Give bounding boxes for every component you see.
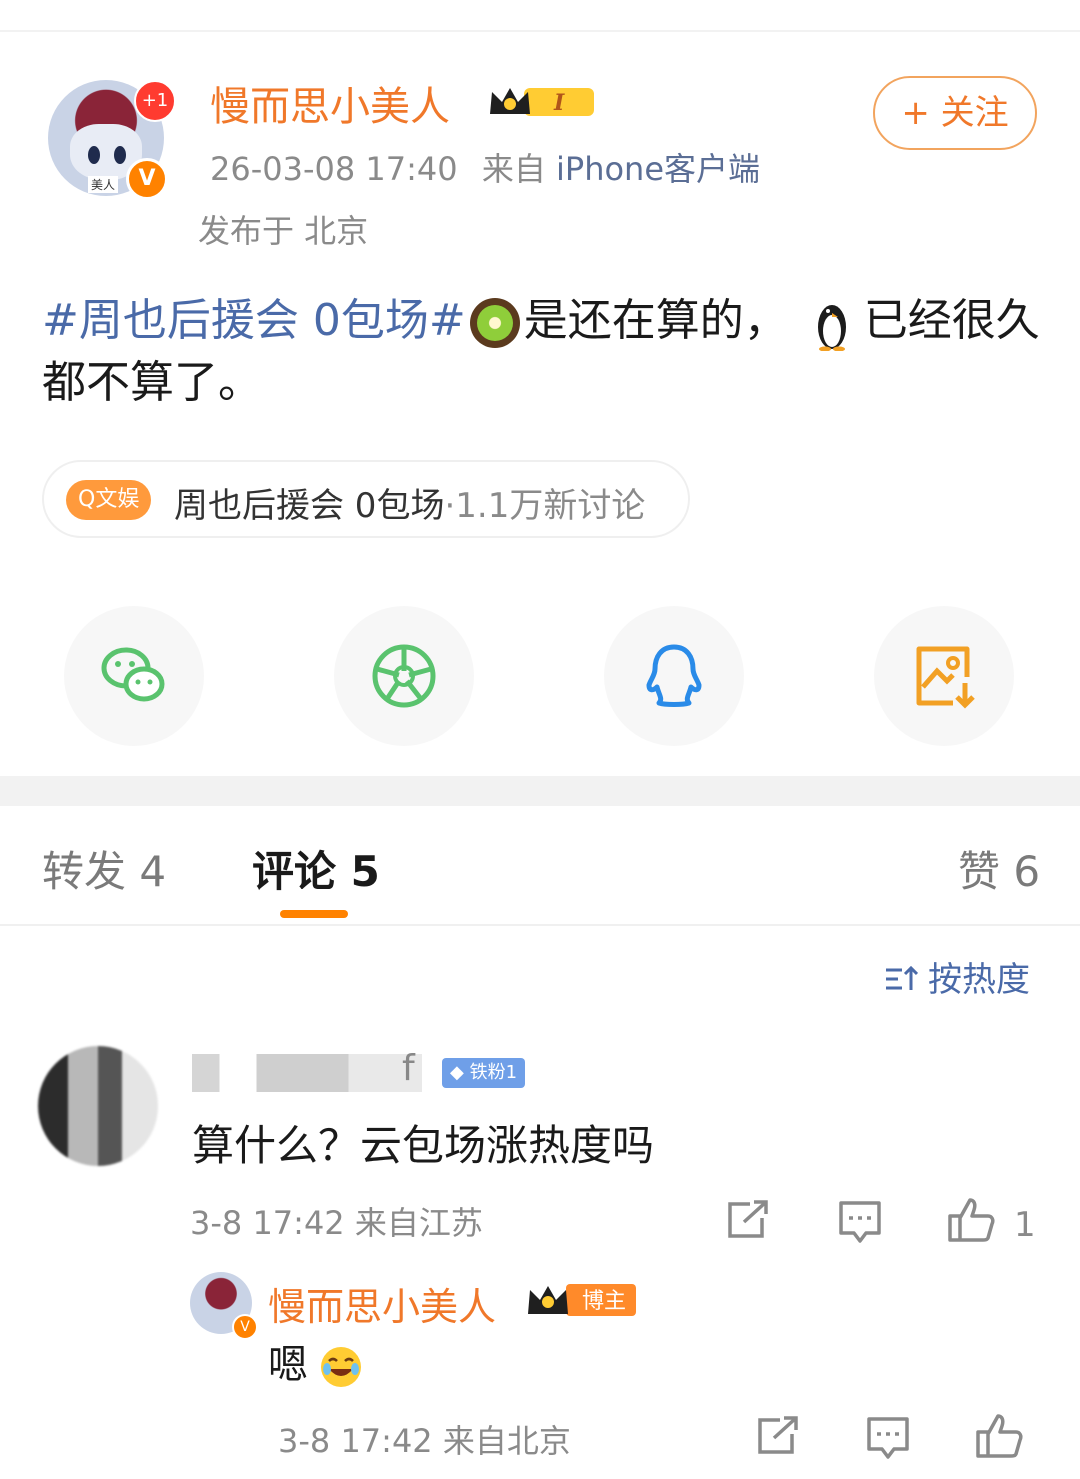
reply-reply-icon[interactable]: [866, 1416, 910, 1460]
post-location: 发布于 北京: [198, 212, 369, 250]
share-wechat-button[interactable]: [64, 606, 204, 746]
reply-text-content: 嗯: [268, 1342, 308, 1388]
comment-like-count: 1: [1014, 1205, 1036, 1245]
commenter-name-tail: f: [402, 1048, 415, 1089]
avatar-eye: [88, 146, 100, 164]
reply-author-name[interactable]: 慢而思小美人: [268, 1276, 496, 1331]
reply-text: 嗯: [268, 1332, 361, 1390]
penguin-emoji-icon: [817, 305, 846, 351]
sort-by-hot-button[interactable]: 按热度: [884, 952, 1030, 1001]
wechat-icon: [101, 647, 165, 702]
topic-link[interactable]: #周也后援会 0包场#: [42, 295, 466, 346]
post-meta: 26-03-08 17:40 来自 iPhone客户端: [210, 144, 760, 190]
svg-text:博主: 博主: [582, 1289, 626, 1314]
moments-icon: [372, 644, 436, 708]
topic-chip-stats: ·1.1万新讨论: [444, 486, 646, 526]
sort-label: 按热度: [928, 960, 1030, 1000]
follow-button[interactable]: + 关注: [873, 76, 1037, 150]
topic-chip-tag: Q文娱: [66, 480, 152, 520]
active-tab-indicator: [280, 910, 348, 918]
reply-share-icon[interactable]: [756, 1416, 800, 1456]
reply-verified-icon: V: [232, 1314, 258, 1340]
post-text-part1: 是还在算的，: [523, 295, 788, 346]
commenter-name-blurred[interactable]: [192, 1054, 422, 1092]
share-moments-button[interactable]: [334, 606, 474, 746]
crown-level-icon: I: [490, 88, 594, 116]
reply-like-icon[interactable]: [974, 1412, 1024, 1460]
share-qq-button[interactable]: [604, 606, 744, 746]
topic-chip-text: 周也后援会 0包场·1.1万新讨论: [174, 478, 645, 527]
comment-text: 算什么？云包场涨热度吗: [192, 1121, 655, 1170]
commenter-avatar[interactable]: [38, 1046, 158, 1166]
tab-repost[interactable]: 转发 4: [42, 838, 166, 899]
avatar-tag: 美人: [88, 176, 119, 193]
comment-meta: 3-8 17:42 来自江苏: [190, 1204, 483, 1242]
top-divider: [0, 30, 1080, 32]
section-separator: [0, 776, 1080, 806]
kiwi-emoji-icon: [469, 298, 520, 348]
thumbs-up-icon: [948, 1198, 995, 1242]
save-image-button[interactable]: [874, 606, 1014, 746]
fan-badge-label: 铁粉1: [469, 1062, 518, 1083]
reply-meta: 3-8 17:42 来自北京: [278, 1422, 571, 1460]
tab-divider: [0, 924, 1080, 926]
source-prefix: 来自: [481, 150, 546, 188]
save-image-icon: [916, 646, 975, 709]
comment-share-icon[interactable]: [726, 1200, 770, 1240]
post-source[interactable]: iPhone客户端: [556, 150, 760, 188]
verified-icon: V: [126, 158, 168, 200]
author-role-badge: 博主: [528, 1284, 636, 1316]
comment-reply-icon[interactable]: [838, 1200, 882, 1244]
post-time: 26-03-08 17:40: [210, 150, 458, 188]
avatar-plus-badge: +1: [134, 80, 176, 122]
comment-like-button[interactable]: 1: [946, 1196, 1036, 1245]
topic-chip[interactable]: Q文娱 周也后援会 0包场·1.1万新讨论: [42, 460, 690, 538]
tab-comment[interactable]: 评论 5: [252, 838, 380, 899]
svg-text:I: I: [553, 90, 565, 116]
author-name[interactable]: 慢而思小美人: [210, 74, 450, 132]
sort-icon: [886, 965, 919, 990]
qq-icon: [646, 644, 702, 707]
post-text: #周也后援会 0包场# 是还在算的， 已经很久都不算了。: [42, 290, 1042, 414]
tab-like[interactable]: 赞 6: [958, 838, 1040, 899]
topic-chip-name: 周也后援会 0包场: [174, 486, 445, 526]
fan-badge: ◆ 铁粉1: [442, 1058, 526, 1088]
laugh-cry-emoji-icon: [320, 1347, 361, 1387]
avatar-eye: [114, 146, 126, 164]
